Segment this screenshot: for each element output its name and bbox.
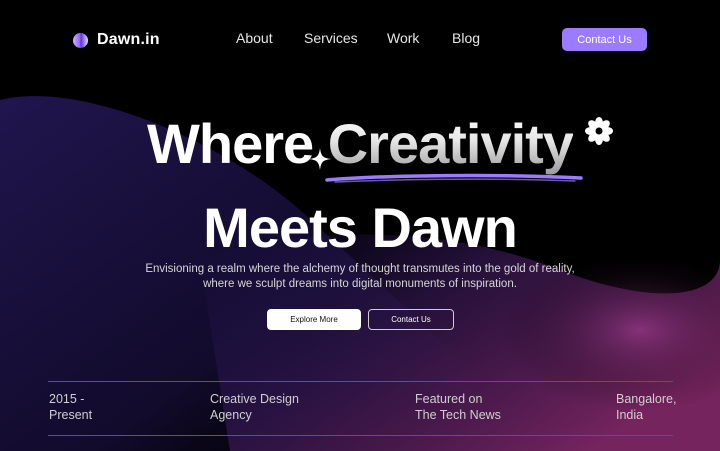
info-years-line1: 2015 -: [49, 392, 85, 406]
info-item-featured: Featured on The Tech News: [415, 391, 501, 423]
info-item-agency: Creative Design Agency: [210, 391, 299, 423]
info-featured-line2: The Tech News: [415, 408, 501, 422]
flower-icon: [585, 117, 613, 145]
landing-page: Dawn.in About Services Work Blog Contact…: [0, 0, 720, 451]
info-agency-line1: Creative Design: [210, 392, 299, 406]
info-divider-bottom: [48, 435, 673, 436]
half-circle-logo-icon: [73, 32, 88, 48]
info-agency-line2: Agency: [210, 408, 252, 422]
info-location-line2: India: [616, 408, 644, 422]
brand-name: Dawn.in: [97, 31, 160, 48]
hero-subtitle-line2: where we sculpt dreams into digital monu…: [203, 278, 517, 290]
info-location-line1: Bangalore,: [616, 392, 677, 406]
hero-contact-button[interactable]: Contact Us: [368, 309, 454, 330]
nav-link-work[interactable]: Work: [387, 30, 419, 46]
hero-subtitle: Envisioning a realm where the alchemy of…: [0, 262, 720, 292]
hero-headline-plain: Where: [147, 112, 328, 175]
hero-headline-accent: Creativity: [327, 112, 574, 175]
top-nav: Dawn.in About Services Work Blog Contact…: [0, 0, 720, 78]
info-divider-top: [48, 381, 673, 382]
nav-contact-button[interactable]: Contact Us: [562, 28, 647, 51]
hero-headline-line2: Meets Dawn: [203, 196, 518, 259]
info-item-years: 2015 - Present: [49, 391, 92, 423]
info-item-location: Bangalore, India: [616, 391, 676, 423]
nav-link-about[interactable]: About: [236, 30, 273, 46]
info-featured-line1: Featured on: [415, 392, 483, 406]
nav-link-blog[interactable]: Blog: [452, 30, 480, 46]
underline-stroke: [325, 173, 583, 183]
nav-link-services[interactable]: Services: [304, 30, 358, 46]
sparkle-icon: [309, 148, 331, 170]
brand-logo[interactable]: Dawn.in: [73, 30, 160, 50]
info-years-line2: Present: [49, 408, 93, 422]
explore-more-button[interactable]: Explore More: [267, 309, 361, 330]
hero-subtitle-line1: Envisioning a realm where the alchemy of…: [145, 263, 575, 275]
